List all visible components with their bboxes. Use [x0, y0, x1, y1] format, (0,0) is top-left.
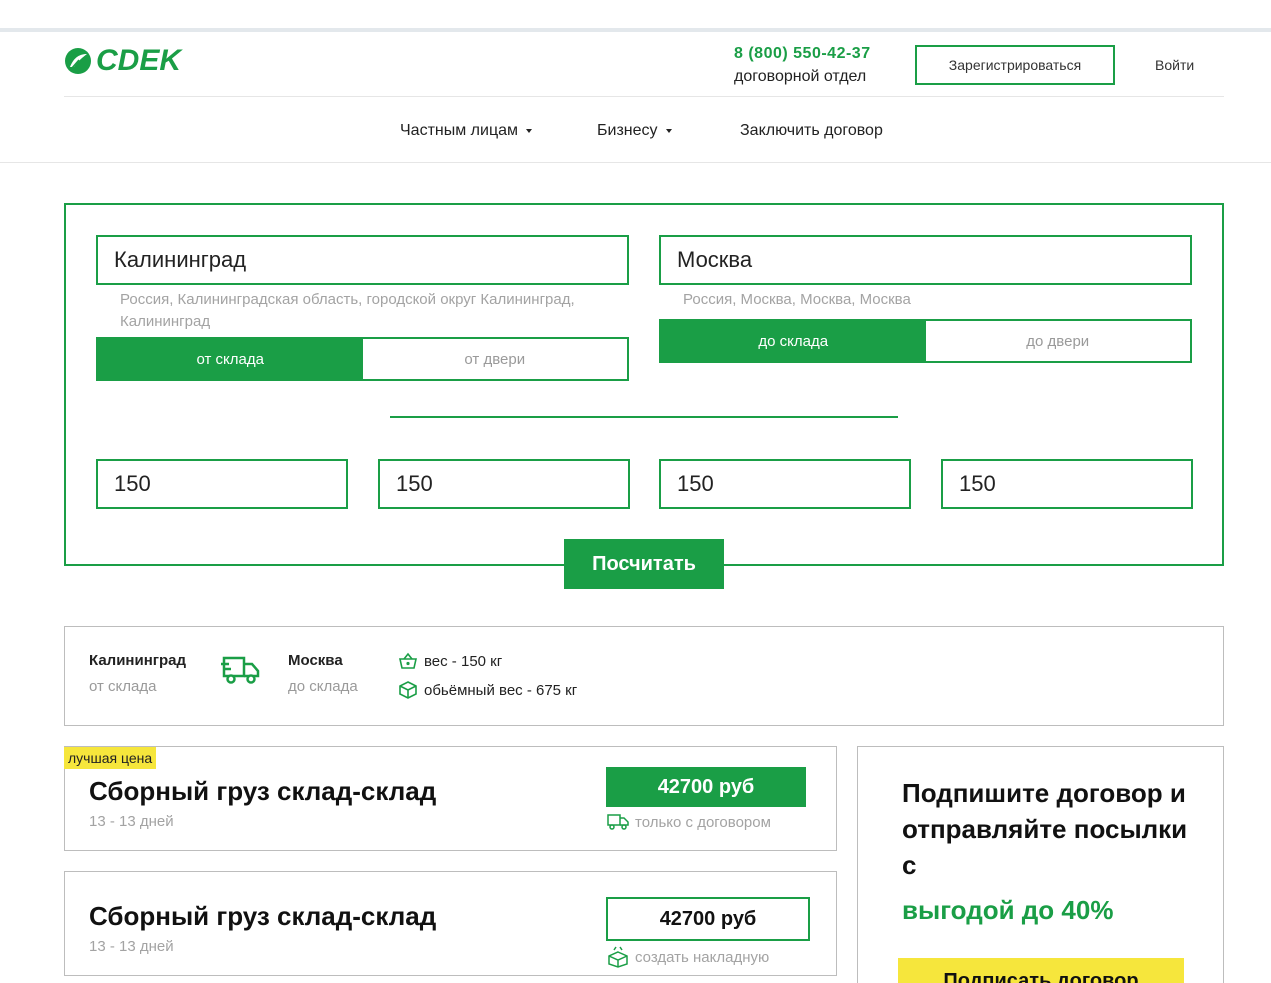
offer-title: Сборный груз склад-склад: [89, 776, 437, 806]
sign-contract-button[interactable]: Подписать договор: [898, 958, 1184, 983]
promo-accent: выгодой до 40%: [902, 895, 1114, 925]
offer-price-button[interactable]: 42700 руб: [606, 767, 806, 807]
to-city-input[interactable]: Москва: [659, 235, 1192, 285]
summary-to-mode: до склада: [288, 678, 358, 695]
from-city-hint: Россия, Калининградская область, городск…: [120, 291, 575, 330]
summary-from-city: Калининград: [89, 652, 187, 669]
truck-icon: [221, 656, 260, 684]
phone-number[interactable]: 8 (800) 550-42-37: [734, 45, 871, 63]
basket-icon: [399, 652, 417, 669]
to-city-hint: Россия, Москва, Москва, Москва: [683, 291, 911, 308]
offer-note-text: только с договором: [635, 813, 771, 831]
offer-days: 13 - 13 дней: [89, 938, 174, 955]
from-city-input[interactable]: Калининград: [96, 235, 629, 285]
contract-promo: Подпишите договор и отправляйте посылки …: [857, 746, 1224, 983]
dimension-input-2[interactable]: 150: [378, 459, 630, 509]
dimension-input-4[interactable]: 150: [941, 459, 1193, 509]
best-price-badge: лучшая цена: [64, 747, 157, 769]
offer-days: 13 - 13 дней: [89, 813, 174, 830]
phone-caption: договорной отдел: [734, 68, 867, 85]
offer-note: только с договором: [607, 813, 771, 831]
box-icon: [399, 681, 417, 699]
to-door-option[interactable]: до двери: [926, 321, 1191, 361]
calculate-button[interactable]: Посчитать: [564, 539, 724, 589]
to-warehouse-option[interactable]: до склада: [661, 321, 926, 361]
offer-price-button[interactable]: 42700 руб: [606, 897, 810, 941]
register-button[interactable]: Зарегистрироваться: [915, 45, 1115, 85]
header-divider: [64, 96, 1224, 97]
from-warehouse-option[interactable]: от склада: [98, 339, 363, 379]
promo-title: Подпишите договор и отправляйте посылки …: [902, 778, 1188, 880]
offer-title: Сборный груз склад-склад: [89, 901, 437, 931]
nav-item-contract[interactable]: Заключить договор: [740, 122, 883, 140]
top-border: [0, 28, 1271, 32]
logo-leaf-icon: [65, 48, 91, 74]
summary-weight: вес - 150 кг: [398, 652, 502, 670]
dimension-input-3[interactable]: 150: [659, 459, 911, 509]
weight-text: вес - 150 кг: [424, 652, 503, 670]
nav-item-business[interactable]: Бизнесу: [597, 122, 672, 140]
nav-item-label: Бизнесу: [597, 122, 658, 139]
login-link[interactable]: Войти: [1155, 57, 1194, 73]
caret-down-icon: [665, 129, 672, 133]
nav-item-label: Частным лицам: [400, 122, 519, 139]
summary-to-city: Москва: [288, 652, 343, 669]
offer-note-text: создать накладную: [635, 948, 770, 966]
package-icon: [608, 946, 628, 968]
summary-volume-weight: обьёмный вес - 675 кг: [398, 680, 577, 700]
cdek-logo[interactable]: CDEK: [64, 46, 181, 76]
volume-weight-text: обьёмный вес - 675 кг: [424, 681, 578, 699]
create-waybill-link[interactable]: создать накладную: [607, 946, 769, 968]
nav-divider: [0, 162, 1271, 163]
to-mode-toggle: до склада до двери: [659, 319, 1192, 363]
summary-from-mode: от склада: [89, 678, 157, 695]
truck-icon: [607, 814, 629, 830]
from-mode-toggle: от склада от двери: [96, 337, 629, 381]
caret-down-icon: [526, 129, 533, 133]
nav-item-private[interactable]: Частным лицам: [400, 122, 533, 140]
dimension-input-1[interactable]: 150: [96, 459, 348, 509]
nav-item-label: Заключить договор: [740, 122, 883, 139]
logo-wordmark: CDEK: [96, 44, 182, 77]
section-divider: [390, 416, 898, 418]
from-door-option[interactable]: от двери: [363, 339, 628, 379]
